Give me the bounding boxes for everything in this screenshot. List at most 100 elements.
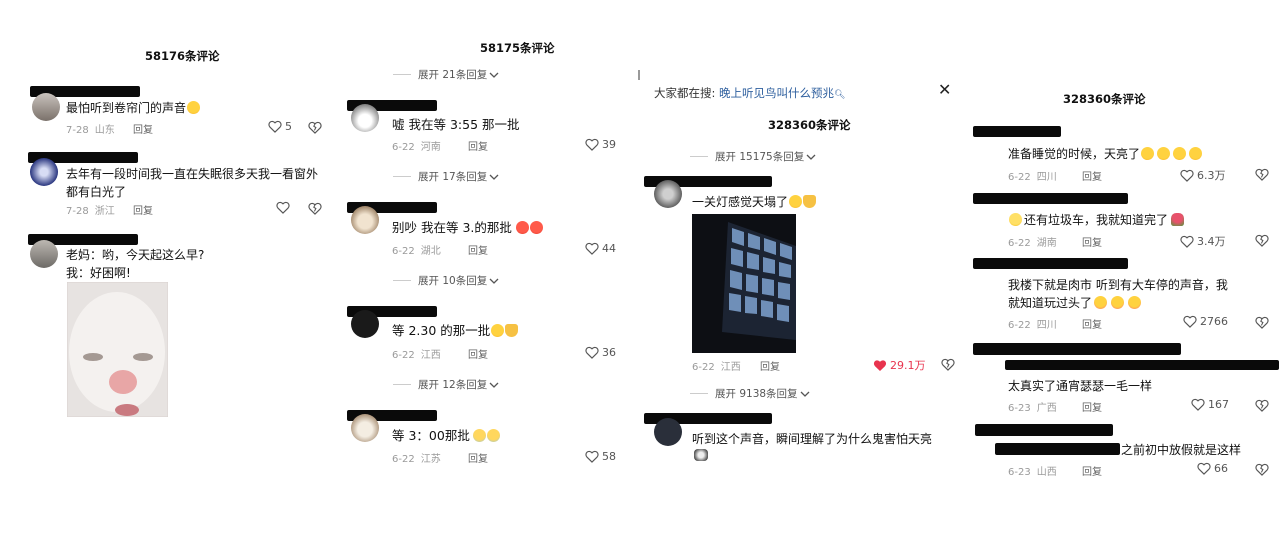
comment-meta: 6-22 四川 <box>1008 320 1057 331</box>
laugh-emoji <box>187 101 201 114</box>
heart-filled-icon <box>873 359 887 372</box>
divider <box>638 70 640 80</box>
expand-replies-button[interactable]: 展开 15175条回复 <box>690 149 816 164</box>
dislike-icon[interactable] <box>1255 168 1269 181</box>
reply-button[interactable]: 回复 <box>760 358 780 373</box>
dislike-icon[interactable] <box>1255 316 1269 329</box>
reply-button[interactable]: 回复 <box>133 121 153 136</box>
avatar[interactable] <box>32 93 60 121</box>
reply-button[interactable]: 回复 <box>1082 399 1102 414</box>
reply-button[interactable]: 回复 <box>1082 168 1102 183</box>
like-button[interactable]: 2766 <box>1183 315 1228 328</box>
avatar[interactable] <box>351 206 379 234</box>
comment-meta: 6-23 山西 <box>1008 467 1057 478</box>
like-button[interactable]: 44 <box>585 242 616 255</box>
heart-icon <box>1180 235 1194 248</box>
comment-meta: 6-22 江苏 <box>392 454 441 465</box>
comment-text: 听到这个声音，瞬间理解了为什么鬼害怕天亮 <box>692 432 933 446</box>
reply-button[interactable]: 回复 <box>1082 316 1102 331</box>
heart-icon <box>1183 315 1197 328</box>
search-suggestion[interactable]: 大家都在搜: 晚上听见鸟叫什么预兆🔍︎ <box>654 85 845 101</box>
comment-meta: 6-22 江西 <box>692 362 741 373</box>
heart-icon <box>1197 462 1211 475</box>
chevron-down-icon <box>489 382 499 388</box>
drooling-emoji <box>1128 296 1142 309</box>
drooling-emoji <box>1111 296 1125 309</box>
avatar[interactable] <box>30 240 58 268</box>
expand-replies-button[interactable]: 展开 9138条回复 <box>690 386 810 401</box>
like-button[interactable]: 58 <box>585 450 616 463</box>
expand-replies-button[interactable]: 展开 10条回复 <box>393 273 499 288</box>
sleepy-cat-image[interactable] <box>67 282 168 417</box>
dislike-icon[interactable] <box>1255 234 1269 247</box>
comment-text: 准备睡觉的时候，天亮了 <box>1008 145 1203 163</box>
comment-panel-4: 328360条评论 准备睡觉的时候，天亮了 6-22 四川 回复 6.3万 还有垃… <box>965 0 1280 535</box>
dislike-icon[interactable] <box>1255 463 1269 476</box>
comment-text: 最怕听到卷帘门的声音 <box>66 99 201 117</box>
dislike-icon[interactable] <box>1255 399 1269 412</box>
comment-text: 等 2.30 的那一批 <box>392 322 519 340</box>
expand-replies-button[interactable]: 展开 12条回复 <box>393 377 499 392</box>
redacted-text <box>995 443 1120 455</box>
reply-button[interactable]: 回复 <box>1082 463 1102 478</box>
redacted-username <box>975 424 1113 436</box>
crying-emoji <box>486 429 500 442</box>
drooling-emoji <box>1094 296 1108 309</box>
reply-button[interactable]: 回复 <box>468 450 488 465</box>
heart-icon <box>585 346 599 359</box>
like-button[interactable]: 39 <box>585 138 616 151</box>
comment-meta: 6-22 江西 <box>392 350 441 361</box>
dislike-icon[interactable] <box>941 358 955 371</box>
reply-button[interactable]: 回复 <box>468 242 488 257</box>
laugh-emoji <box>491 324 505 337</box>
comment-text: 嘘 我在等 3:55 那一批 <box>392 117 520 132</box>
rose-emoji <box>1171 213 1185 226</box>
dark-window-image[interactable] <box>692 214 796 353</box>
comment-text: 别吵 我在等 3.的那批 <box>392 219 543 237</box>
avatar[interactable] <box>30 158 58 186</box>
like-button[interactable]: 5 <box>268 120 292 133</box>
cat-sticker-icon <box>694 449 708 461</box>
chevron-down-icon <box>800 391 810 397</box>
avatar[interactable] <box>654 180 682 208</box>
laugh-emoji <box>1141 147 1155 160</box>
redacted-text <box>1005 360 1279 370</box>
redacted-username <box>973 193 1128 204</box>
comment-count-title: 328360条评论 <box>1063 92 1146 106</box>
like-button-liked[interactable]: 29.1万 <box>873 357 926 373</box>
comment-meta: 7-28 浙江 <box>66 206 115 217</box>
close-icon[interactable]: ✕ <box>938 80 951 99</box>
like-button[interactable]: 6.3万 <box>1180 167 1226 183</box>
reply-button[interactable]: 回复 <box>468 138 488 153</box>
search-icon: 🔍︎ <box>834 90 846 100</box>
comment-meta: 6-22 湖北 <box>392 246 441 257</box>
comment-text: 一关灯感觉天塌了 <box>692 193 817 211</box>
dislike-icon[interactable] <box>308 202 322 215</box>
like-button[interactable]: 36 <box>585 346 616 359</box>
chevron-down-icon <box>806 154 816 160</box>
reply-button[interactable]: 回复 <box>133 202 153 217</box>
expand-replies-button[interactable]: 展开 17条回复 <box>393 169 499 184</box>
redacted-username <box>973 258 1128 269</box>
comment-count-title: 58175条评论 <box>480 41 555 55</box>
reply-button[interactable]: 回复 <box>468 346 488 361</box>
comment-meta: 7-28 山东 <box>66 125 115 136</box>
like-button[interactable]: 66 <box>1197 462 1228 475</box>
redacted-username <box>973 343 1181 355</box>
heart-icon <box>268 120 282 133</box>
avatar[interactable] <box>351 310 379 338</box>
like-button[interactable]: 3.4万 <box>1180 233 1226 249</box>
expand-replies-button[interactable]: 展开 21条回复 <box>393 67 499 82</box>
avatar[interactable] <box>351 104 379 132</box>
dislike-icon[interactable] <box>308 121 322 134</box>
avatar[interactable] <box>351 414 379 442</box>
reply-button[interactable]: 回复 <box>1082 234 1102 249</box>
heart-icon <box>585 242 599 255</box>
like-button[interactable]: 167 <box>1191 398 1229 411</box>
avatar[interactable] <box>654 418 682 446</box>
chevron-down-icon <box>489 174 499 180</box>
heart-icon[interactable] <box>276 201 290 214</box>
comment-panel-3: 大家都在搜: 晚上听见鸟叫什么预兆🔍︎ ✕ 328360条评论 展开 15175… <box>638 0 960 535</box>
comment-meta: 6-22 湖南 <box>1008 238 1057 249</box>
comment-meta: 6-22 四川 <box>1008 172 1057 183</box>
